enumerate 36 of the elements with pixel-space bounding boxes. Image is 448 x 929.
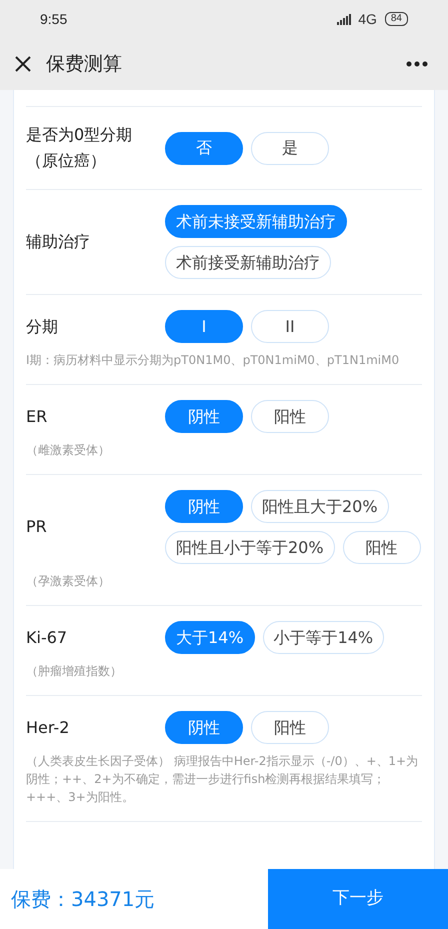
- question-label: 辅助治疗: [26, 231, 91, 253]
- question-label: Ki-67: [26, 626, 68, 648]
- option-button[interactable]: I: [165, 310, 243, 343]
- help-text: （雌激素受体）: [26, 442, 111, 459]
- question-label: 是否为0型分期（原位癌）: [26, 124, 134, 172]
- option-button[interactable]: II: [251, 310, 329, 343]
- question-label: Her-2: [26, 716, 70, 738]
- option-button[interactable]: 阳性且小于等于20%: [165, 531, 335, 564]
- option-button[interactable]: 阴性: [165, 400, 243, 433]
- help-text: （人类表皮生长因子受体） 病理报告中Her-2指示显示（-/0）、+、1+为阴性；++、2+为不确定，需进一步进行fish检测再根据结果填写；+++、3+为阳性。: [26, 753, 420, 806]
- option-button[interactable]: 阳性: [342, 531, 421, 564]
- option-button[interactable]: 是: [251, 132, 329, 164]
- option-button[interactable]: 术前接受新辅助治疗: [165, 246, 331, 279]
- option-button[interactable]: 术前未接受新辅助治疗: [165, 205, 347, 238]
- question-label: PR: [26, 516, 48, 538]
- premium-amount: 保费：34371元: [10, 886, 156, 913]
- network-label: 4G: [358, 10, 377, 28]
- option-button[interactable]: 阳性且大于20%: [251, 490, 389, 523]
- option-button[interactable]: 阳性: [251, 711, 329, 744]
- option-button[interactable]: 否: [165, 132, 243, 164]
- close-icon[interactable]: [14, 55, 32, 73]
- clock-time: 9:55: [40, 10, 68, 28]
- page-title: 保费测算: [46, 52, 122, 77]
- option-button[interactable]: 小于等于14%: [262, 621, 384, 654]
- question-label: 分期: [26, 316, 59, 338]
- help-text: （孕激素受体）: [26, 573, 111, 590]
- option-button[interactable]: 大于14%: [165, 621, 255, 654]
- help-text: （肿瘤增殖指数）: [26, 663, 123, 680]
- option-button[interactable]: 阴性: [165, 711, 243, 744]
- option-button[interactable]: 阳性: [251, 400, 329, 433]
- next-button[interactable]: 下一步: [268, 869, 448, 929]
- more-icon[interactable]: [406, 61, 428, 67]
- help-text: I期：病历材料中显示分期为pT0N1M0、pT0N1miM0、pT1N1miM0: [26, 352, 400, 369]
- option-button[interactable]: 阴性: [165, 490, 243, 523]
- question-label: ER: [26, 406, 48, 428]
- battery-level: 84: [384, 12, 408, 26]
